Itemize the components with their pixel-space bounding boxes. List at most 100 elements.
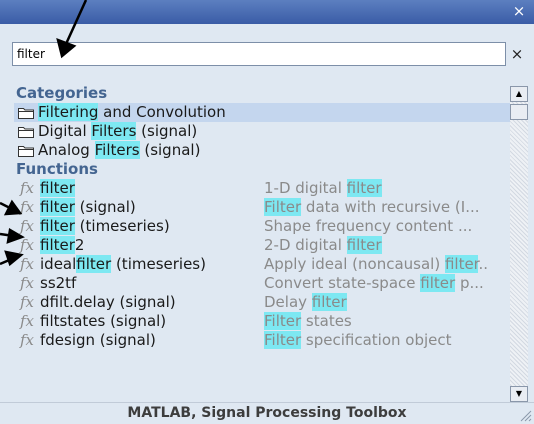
function-name-text: dfilt.delay (signal) [40,293,176,311]
category-text: Analog [38,141,95,159]
function-desc-text: states [301,312,352,330]
function-description: 2-D digital filter [264,236,510,255]
function-name-match-highlight: filter [40,179,75,197]
function-name: filter [40,179,264,198]
category-match-highlight: Filtering [38,103,99,121]
clear-icon[interactable]: × [508,44,526,64]
function-row[interactable]: fx filter (signal) Filter data with recurs… [14,198,510,217]
folder-icon [18,107,34,119]
function-name-text: ideal [40,255,77,273]
function-description: 1-D digital filter [264,179,510,198]
function-name-match-highlight: filter [40,236,75,254]
function-desc-match-highlight: filter [444,255,479,273]
function-desc-text: Shape frequency content ... [264,217,473,235]
search-area: × [0,24,534,80]
fx-icon: fx [19,198,34,216]
function-desc-text: Delay [264,293,312,311]
search-input[interactable] [13,44,505,64]
category-row[interactable]: Filtering and Convolution [14,103,510,122]
title-bar[interactable]: × [0,0,534,24]
function-desc-text: specification object [301,331,452,349]
categories-header: Categories [16,84,108,102]
function-name-text: ss2tf [40,274,77,292]
function-browser-window: × × Categories Filtering and Convolution… [0,0,534,424]
function-name-match-highlight: filter [40,198,75,216]
vertical-scrollbar[interactable]: ▲ ▼ [510,86,528,402]
function-name-text: filtstates (signal) [40,312,167,330]
function-desc-text: 2-D digital [264,236,347,254]
scroll-down-icon[interactable]: ▼ [510,386,528,402]
function-name-text: 2 [74,236,85,254]
close-icon[interactable]: × [510,2,528,20]
function-desc-match-highlight: Filter [264,331,302,349]
fx-icon: fx [19,236,34,254]
function-name-text: (signal) [74,198,136,216]
footer-product-label: MATLAB, Signal Processing Toolbox [0,402,534,424]
category-match-highlight: Filters [94,141,140,159]
function-name: idealfilter (timeseries) [40,255,264,274]
fx-icon: fx [19,217,34,235]
function-description: Filter states [264,312,510,331]
function-description: Delay filter [264,293,510,312]
fx-icon: fx [19,179,34,197]
function-name: filter2 [40,236,264,255]
function-desc-text: Apply ideal (noncausal) [264,255,445,273]
category-label: Filtering and Convolution [38,103,226,122]
results-list: Categories Filtering and Convolution Digi… [14,84,510,402]
function-desc-text: data with recursive (I... [301,198,480,216]
function-description: Shape frequency content ... [264,217,510,236]
function-row[interactable]: fx idealfilter (timeseries) Apply ideal (n… [14,255,510,274]
function-name: dfilt.delay (signal) [40,293,264,312]
functions-header: Functions [16,160,98,178]
category-row[interactable]: Digital Filters (signal) [14,122,510,141]
fx-icon: fx [19,274,34,292]
category-match-highlight: Filters [91,122,137,140]
function-desc-text: Convert state-space [264,274,421,292]
function-row[interactable]: fx filtstates (signal) Filter states [14,312,510,331]
category-text: (signal) [136,122,198,140]
function-row[interactable]: fx filter 1-D digital filter [14,179,510,198]
category-label: Analog Filters (signal) [38,141,200,160]
function-desc-text: .. [478,255,489,273]
folder-icon [18,126,34,138]
function-name: ss2tf [40,274,264,293]
function-row[interactable]: fx filter (timeseries) Shape frequency con… [14,217,510,236]
function-desc-match-highlight: Filter [264,312,302,330]
function-name-match-highlight: filter [76,255,112,273]
category-row[interactable]: Analog Filters (signal) [14,141,510,160]
search-box[interactable] [12,42,506,66]
function-desc-match-highlight: filter [346,179,382,197]
fx-icon: fx [19,293,34,311]
fx-icon: fx [19,312,34,330]
function-name-text: fdesign (signal) [40,331,156,349]
function-description: Apply ideal (noncausal) filter.. [264,255,510,274]
category-text: and Convolution [98,103,226,121]
category-label: Digital Filters (signal) [38,122,197,141]
scroll-up-icon[interactable]: ▲ [510,86,528,102]
function-row[interactable]: fx ss2tf Convert state-space filter p... [14,274,510,293]
function-description: Filter data with recursive (I... [264,198,510,217]
function-desc-text: 1-D digital [264,179,347,197]
function-desc-text: p... [455,274,484,292]
folder-icon [18,145,34,157]
function-description: Filter specification object [264,331,510,350]
scroll-thumb[interactable] [510,104,528,120]
fx-icon: fx [19,331,34,349]
function-desc-match-highlight: Filter [264,198,302,216]
fx-icon: fx [19,255,34,273]
function-desc-match-highlight: filter [311,293,347,311]
category-text: (signal) [139,141,201,159]
category-text: Digital [38,122,92,140]
function-row[interactable]: fx filter2 2-D digital filter [14,236,510,255]
function-name-text: (timeseries) [111,255,206,273]
function-name: fdesign (signal) [40,331,264,350]
function-name: filter (signal) [40,198,264,217]
function-name: filtstates (signal) [40,312,264,331]
function-row[interactable]: fx dfilt.delay (signal) Delay filter [14,293,510,312]
function-name-text: (timeseries) [74,217,170,235]
function-description: Convert state-space filter p... [264,274,510,293]
resize-grip-icon[interactable] [518,408,532,422]
function-desc-match-highlight: filter [346,236,382,254]
function-row[interactable]: fx fdesign (signal) Filter specification o… [14,331,510,350]
function-name: filter (timeseries) [40,217,264,236]
